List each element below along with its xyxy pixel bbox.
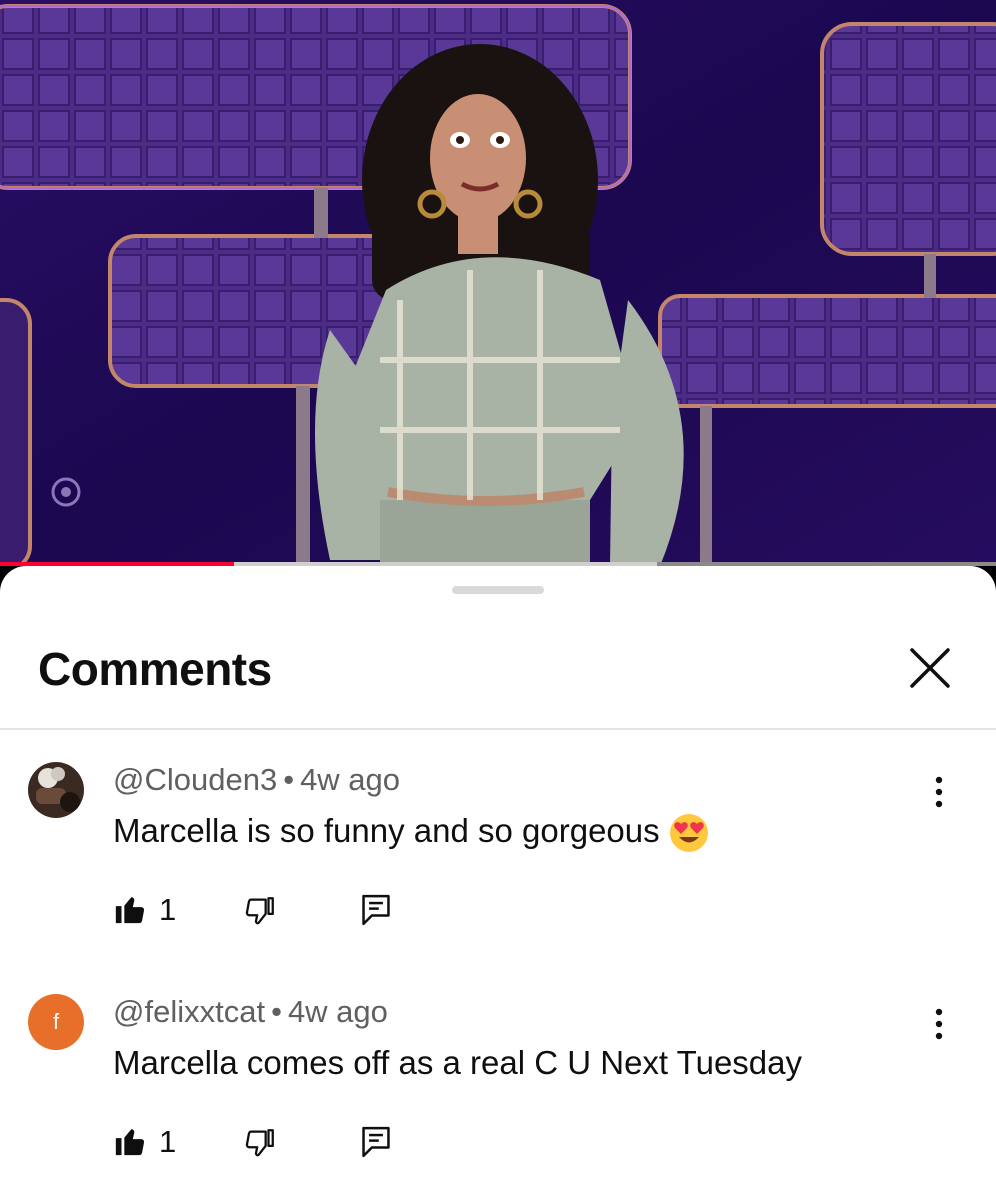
comment-text: Marcella comes off as a real C U Next Tu… bbox=[113, 1044, 802, 1082]
thumbs-down-icon bbox=[245, 897, 274, 925]
comment-time: 4w ago bbox=[287, 994, 388, 1029]
comment-author[interactable]: @felixxtcat bbox=[113, 994, 265, 1029]
more-options-button[interactable] bbox=[926, 1006, 952, 1042]
header-divider bbox=[0, 728, 996, 730]
more-vert-icon bbox=[935, 776, 943, 808]
meta-separator: • bbox=[271, 994, 282, 1029]
comment-author[interactable]: @Clouden3 bbox=[113, 762, 277, 797]
like-button[interactable]: 1 bbox=[113, 890, 193, 930]
video-player[interactable] bbox=[0, 0, 996, 566]
drag-handle[interactable] bbox=[452, 586, 544, 594]
meta-separator: • bbox=[283, 762, 295, 797]
avatar[interactable] bbox=[28, 762, 84, 818]
comment-item: @Clouden3 • 4w ago Marcella is so funny an… bbox=[0, 762, 996, 962]
reply-button[interactable] bbox=[359, 890, 399, 930]
reply-icon bbox=[362, 894, 390, 926]
more-vert-icon bbox=[935, 1008, 943, 1040]
avatar-image bbox=[28, 762, 84, 818]
heart-eyes-emoji-icon bbox=[669, 814, 708, 853]
close-button[interactable] bbox=[902, 640, 958, 696]
comments-sheet: Comments @Clouden3 • 4w ago Marcella is so… bbox=[0, 566, 996, 1200]
comment-meta: @Clouden3 • 4w ago bbox=[113, 762, 400, 798]
like-count: 1 bbox=[159, 892, 177, 927]
comment-body: Marcella comes off as a real C U Next Tu… bbox=[113, 1044, 803, 1081]
comment-body: Marcella is so funny and so gorgeous bbox=[113, 812, 660, 849]
avatar-letter: f bbox=[52, 1009, 60, 1034]
comment-text: Marcella is so funny and so gorgeous bbox=[113, 812, 710, 854]
thumbs-down-icon bbox=[245, 1129, 274, 1157]
thumbs-up-icon bbox=[115, 1129, 145, 1156]
comment-item: f @felixxtcat • 4w ago Marcella comes off … bbox=[0, 994, 996, 1194]
like-count: 1 bbox=[159, 1124, 177, 1159]
comment-time: 4w ago bbox=[300, 762, 401, 797]
thumbs-up-icon bbox=[115, 897, 145, 924]
avatar[interactable]: f bbox=[28, 994, 84, 1050]
video-frame bbox=[0, 0, 996, 566]
dislike-button[interactable] bbox=[243, 890, 283, 930]
reply-button[interactable] bbox=[359, 1122, 399, 1162]
sheet-title: Comments bbox=[38, 643, 272, 695]
dislike-button[interactable] bbox=[243, 1122, 283, 1162]
close-icon bbox=[910, 648, 950, 688]
like-button[interactable]: 1 bbox=[113, 1122, 193, 1162]
comment-meta: @felixxtcat • 4w ago bbox=[113, 994, 388, 1030]
more-options-button[interactable] bbox=[926, 774, 952, 810]
reply-icon bbox=[362, 1126, 390, 1158]
